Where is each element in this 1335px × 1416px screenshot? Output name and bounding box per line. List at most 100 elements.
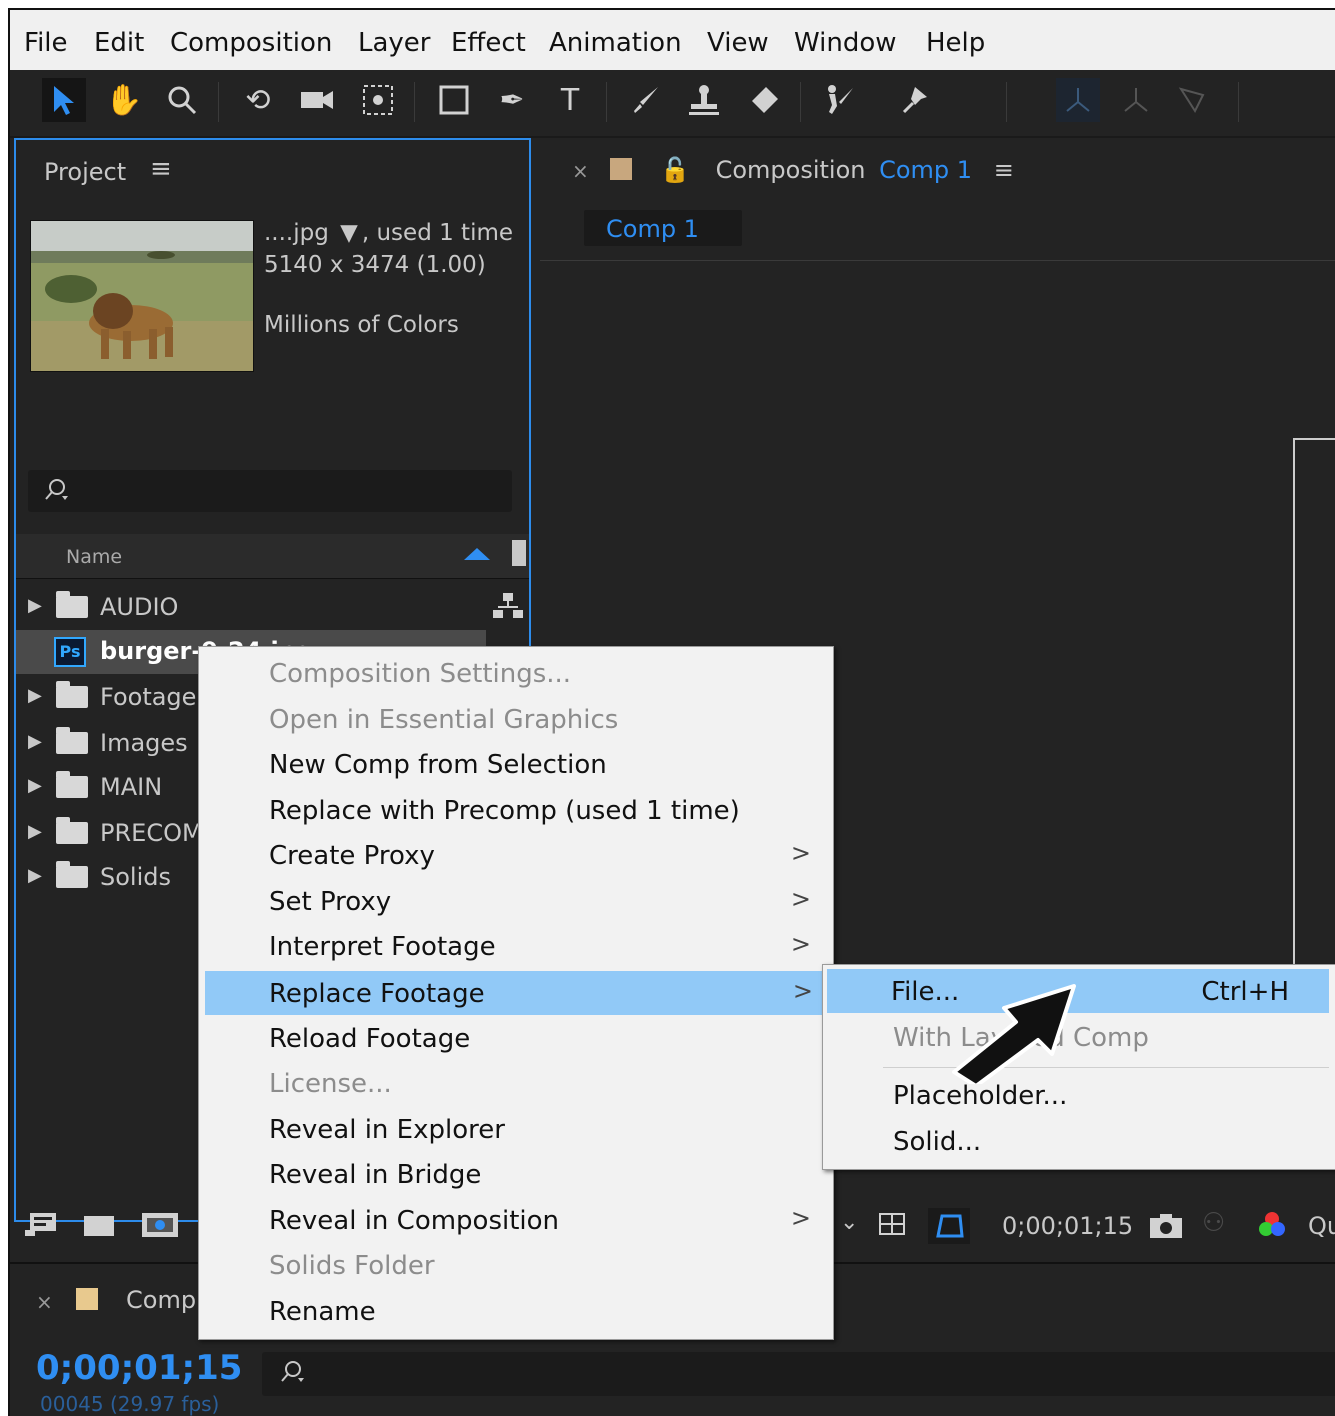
comp-tab[interactable]: Comp 1 [584,210,742,246]
project-search-input[interactable] [28,470,512,512]
lock-icon[interactable]: 🔓 [660,156,690,184]
current-time-display[interactable]: 0;00;01;15 [1002,1212,1133,1240]
roto-brush-tool-icon[interactable] [818,78,862,122]
search-icon [280,1360,306,1388]
axis-view-icon[interactable] [1170,78,1214,122]
close-panel-icon[interactable]: × [36,1290,53,1314]
timeline-tab-label[interactable]: Comp [126,1286,196,1314]
folder-icon [56,727,88,754]
brush-tool-icon[interactable] [624,78,668,122]
camera-tool-icon[interactable] [296,78,340,122]
pan-behind-tool-icon[interactable] [356,78,400,122]
hand-tool-icon[interactable]: ✋ [102,78,146,122]
chevron-down-icon[interactable]: ⌄ [840,1210,858,1235]
menu-item-replace-footage[interactable]: Replace Footage > [205,971,829,1015]
puppet-pin-tool-icon[interactable] [894,78,938,122]
project-item-audio[interactable]: ▶ AUDIO [16,586,529,630]
show-snapshot-icon[interactable]: ⚇ [1202,1208,1225,1238]
menu-layer[interactable]: Layer [358,28,431,58]
rectangle-tool-icon[interactable] [432,78,476,122]
menu-effect[interactable]: Effect [451,28,526,58]
expand-triangle-icon[interactable]: ▶ [28,595,42,616]
folder-icon [56,861,88,888]
menu-item-reveal-in-bridge[interactable]: Reveal in Bridge [199,1152,833,1196]
composition-frame-outline [1293,438,1335,982]
axis-world-icon[interactable] [1114,78,1158,122]
menu-item-interpret-footage[interactable]: Interpret Footage > [199,924,833,968]
menu-item-solids-folder[interactable]: Solids Folder [199,1243,833,1287]
menu-view[interactable]: View [707,28,769,58]
panel-menu-icon[interactable]: ≡ [150,154,172,184]
zoom-tool-icon[interactable] [160,78,204,122]
submenu-arrow-icon: > [790,1204,811,1232]
expand-triangle-icon[interactable]: ▶ [28,685,42,706]
menu-item-set-proxy[interactable]: Set Proxy > [199,879,833,923]
flowchart-icon[interactable] [492,592,524,626]
menu-help[interactable]: Help [926,28,985,58]
project-item-label: PRECOM [100,819,203,847]
project-panel-title[interactable]: Project [44,158,126,186]
submenu-item-solid[interactable]: Solid... [823,1119,1335,1163]
menu-item-composition-settings[interactable]: Composition Settings... [199,651,833,695]
expand-triangle-icon[interactable]: ▶ [28,865,42,886]
menu-item-replace-with-precomp[interactable]: Replace with Precomp (used 1 time) [199,788,833,832]
rotate-tool-icon[interactable]: ⟲ [236,78,280,122]
annotation-arrow-icon [952,984,1076,1084]
expand-triangle-icon[interactable]: ▶ [28,775,42,796]
new-folder-icon[interactable] [84,1216,114,1236]
folder-icon [56,681,88,708]
expand-triangle-icon[interactable]: ▶ [28,821,42,842]
divider [540,260,1335,261]
comp-color-swatch [610,158,633,180]
menu-item-label: Composition Settings... [269,659,572,689]
channel-rgb-icon[interactable] [1254,1210,1290,1246]
panel-menu-icon[interactable]: ≡ [994,156,1014,184]
menu-animation[interactable]: Animation [549,28,682,58]
submenu-arrow-icon: > [790,930,811,958]
menu-item-label: Interpret Footage [269,932,496,962]
comp-color-swatch [76,1288,98,1310]
menu-item-create-proxy[interactable]: Create Proxy > [199,833,833,877]
axis-local-icon[interactable] [1056,78,1100,122]
timeline-current-time[interactable]: 0;00;01;15 [36,1348,242,1388]
label-column-icon[interactable] [512,540,526,566]
interpret-footage-icon[interactable] [24,1210,60,1242]
menu-item-new-comp-from-selection[interactable]: New Comp from Selection [199,742,833,786]
menu-composition[interactable]: Composition [170,28,332,58]
menu-file[interactable]: File [24,28,68,58]
type-tool-icon[interactable]: T [548,78,592,122]
column-name-header[interactable]: Name [66,546,122,568]
mask-visibility-icon[interactable] [928,1208,970,1244]
new-composition-icon[interactable] [140,1210,180,1244]
composition-label: Composition [715,156,866,184]
project-item-label: Solids [100,863,171,891]
footage-dropdown-icon[interactable]: ▼ [340,220,358,246]
sort-ascending-icon[interactable] [464,548,490,560]
menu-item-open-essential-graphics[interactable]: Open in Essential Graphics [199,697,833,741]
timeline-search-input[interactable] [262,1352,1335,1396]
grid-guide-icon[interactable] [876,1210,912,1246]
pen-tool-icon[interactable]: ✒ [490,78,534,122]
clone-stamp-tool-icon[interactable] [682,78,726,122]
menu-item-rename[interactable]: Rename [199,1289,833,1333]
submenu-arrow-icon: > [790,885,811,913]
menu-item-reveal-in-composition[interactable]: Reveal in Composition > [199,1198,833,1242]
composition-panel-header: × 🔓 Composition Comp 1 ≡ [572,156,1014,184]
menu-item-label: Reload Footage [269,1024,471,1054]
selection-tool-icon[interactable] [42,78,86,122]
snapshot-camera-icon[interactable] [1148,1212,1184,1244]
project-item-label: MAIN [100,773,163,801]
menu-item-label: Open in Essential Graphics [269,705,619,735]
resolution-dropdown[interactable]: Qu [1308,1212,1335,1240]
expand-triangle-icon[interactable]: ▶ [28,731,42,752]
project-item-label: Images [100,729,188,757]
close-panel-icon[interactable]: × [572,159,589,183]
eraser-tool-icon[interactable] [742,78,786,122]
menu-item-license[interactable]: License... [199,1061,833,1105]
composition-name[interactable]: Comp 1 [879,156,972,184]
menu-window[interactable]: Window [794,28,897,58]
timeline-frame-count: 00045 (29.97 fps) [40,1392,220,1416]
menu-edit[interactable]: Edit [94,28,144,58]
menu-item-reload-footage[interactable]: Reload Footage [199,1016,833,1060]
menu-item-reveal-in-explorer[interactable]: Reveal in Explorer [199,1107,833,1151]
